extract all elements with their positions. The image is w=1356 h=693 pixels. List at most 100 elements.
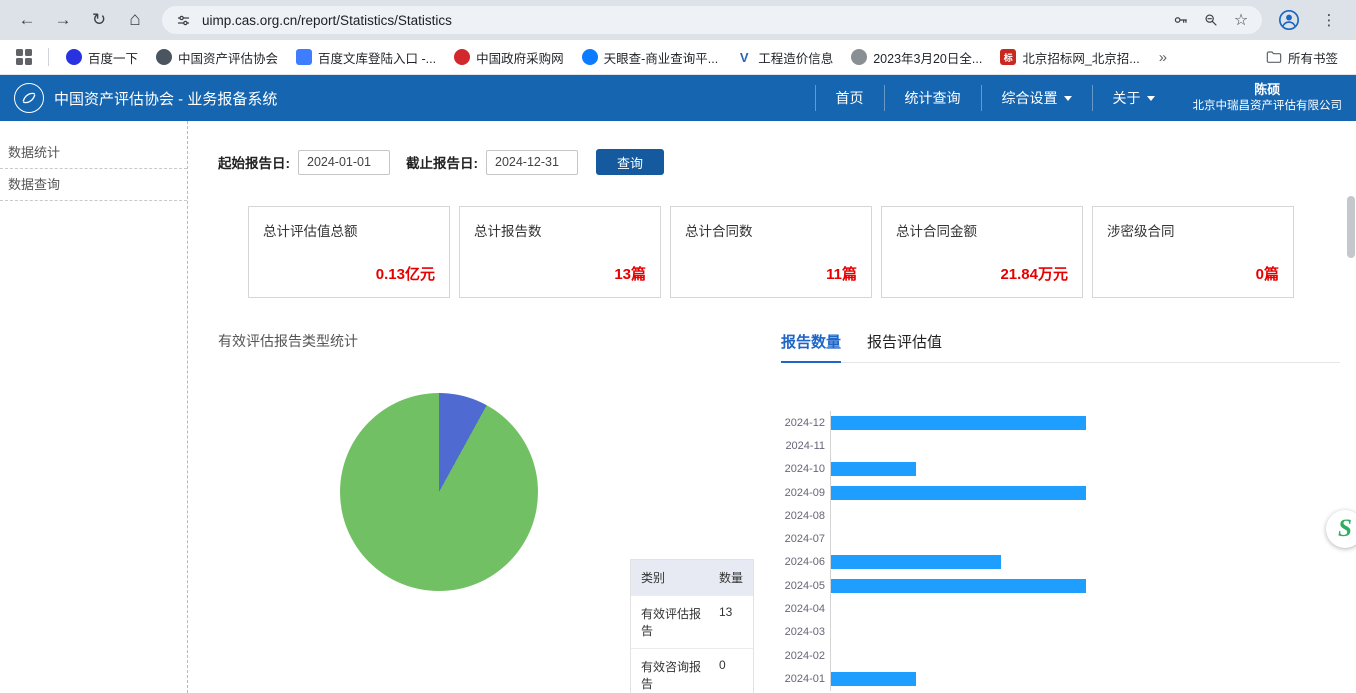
table-row: 有效咨询报告 0: [631, 649, 753, 693]
pie-chart-section: 有效评估报告类型统计 类别 数量 有效评估报告 13 有效咨询报告 0: [218, 331, 763, 693]
address-bar[interactable]: uimp.cas.org.cn/report/Statistics/Statis…: [162, 6, 1262, 34]
bookmark-item[interactable]: 天眼查-商业查询平...: [575, 44, 726, 71]
baidu-favicon: [66, 49, 82, 65]
site-info-icon[interactable]: [172, 9, 194, 31]
bookmark-item[interactable]: 中国资产评估协会: [149, 44, 285, 71]
bookmark-label: 百度一下: [88, 48, 138, 67]
bookmark-item[interactable]: 百度文库登陆入口 -...: [289, 44, 443, 71]
main-content: 起始报告日: 截止报告日: 查询 总计评估值总额 0.13亿元 总计报告数 13…: [188, 121, 1356, 693]
user-menu[interactable]: 陈硕 北京中瑞昌资产评估有限公司: [1193, 81, 1343, 114]
start-date-label: 起始报告日:: [218, 152, 290, 172]
bar[interactable]: [831, 486, 1086, 500]
sidebar: 数据统计 数据查询: [0, 121, 188, 693]
bookmark-label: 工程造价信息: [758, 48, 833, 67]
bar-track: [830, 481, 1340, 504]
stat-card-classified-contracts: 涉密级合同 0篇: [1092, 206, 1294, 298]
browser-menu-icon[interactable]: ⋮: [1312, 3, 1346, 37]
bookmark-label: 百度文库登陆入口 -...: [318, 48, 436, 67]
bar[interactable]: [831, 416, 1086, 430]
stat-card-total-reports: 总计报告数 13篇: [459, 206, 661, 298]
cas-logo: [14, 83, 44, 113]
folder-icon: [1266, 50, 1282, 64]
nav-item-home[interactable]: 首页: [816, 75, 884, 121]
bar-row: 2024-06: [781, 551, 1340, 574]
sidebar-item-data-statistics[interactable]: 数据统计: [0, 137, 187, 169]
bar[interactable]: [831, 462, 916, 476]
bookmarks-overflow-chevron[interactable]: »: [1151, 49, 1175, 66]
bar-track: [830, 434, 1340, 457]
pie-section-title: 有效评估报告类型统计: [218, 331, 763, 351]
table-row: 有效评估报告 13: [631, 596, 753, 649]
stat-card-total-contracts: 总计合同数 11篇: [670, 206, 872, 298]
nav-item-settings[interactable]: 综合设置: [982, 75, 1092, 121]
cas-favicon: [156, 49, 172, 65]
stat-cards: 总计评估值总额 0.13亿元 总计报告数 13篇 总计合同数 11篇 总计合同金…: [248, 206, 1340, 298]
bar-track: [830, 574, 1340, 597]
bar-row: 2024-08: [781, 504, 1340, 527]
bar-category-label: 2024-08: [781, 510, 825, 522]
back-button[interactable]: ←: [10, 3, 44, 37]
page-scrollbar-thumb[interactable]: [1347, 196, 1355, 258]
bookmark-item[interactable]: 2023年3月20日全...: [844, 44, 989, 71]
bookmark-star-icon[interactable]: ☆: [1230, 9, 1252, 31]
zoom-icon[interactable]: [1200, 9, 1222, 31]
bookmark-label: 中国政府采购网: [476, 48, 564, 67]
bar[interactable]: [831, 555, 1001, 569]
nav-item-statistics[interactable]: 统计查询: [885, 75, 981, 121]
profile-avatar-icon[interactable]: [1272, 3, 1306, 37]
customer-service-float-button[interactable]: S: [1326, 510, 1356, 548]
bar-row: 2024-05: [781, 574, 1340, 597]
end-date-input[interactable]: [486, 150, 578, 175]
nav-item-about[interactable]: 关于: [1093, 75, 1175, 121]
bar-track: [830, 621, 1340, 644]
bar[interactable]: [831, 579, 1086, 593]
bar-category-label: 2024-04: [781, 603, 825, 615]
bar-category-label: 2024-12: [781, 417, 825, 429]
bar-category-label: 2024-06: [781, 556, 825, 568]
bookmark-item[interactable]: 百度一下: [59, 44, 145, 71]
bar-track: [830, 504, 1340, 527]
bar-row: 2024-02: [781, 644, 1340, 667]
home-button[interactable]: ⌂: [118, 3, 152, 37]
bar-chart-section: 报告数量 报告评估值 2024-12 2024-11 2024-10 2024-09 2…: [781, 331, 1340, 693]
bar-row: 2024-12: [781, 411, 1340, 434]
bar[interactable]: [831, 672, 916, 686]
bookmark-label: 2023年3月20日全...: [873, 48, 982, 67]
bookmark-item[interactable]: V工程造价信息: [729, 44, 840, 71]
tab-report-valuation[interactable]: 报告评估值: [867, 331, 942, 362]
bookmark-item[interactable]: 中国政府采购网: [447, 44, 571, 71]
bar-row: 2024-03: [781, 621, 1340, 644]
bar-category-label: 2024-01: [781, 673, 825, 685]
apps-grid-icon[interactable]: [16, 49, 32, 65]
refresh-button[interactable]: ↻: [82, 3, 116, 37]
gov-procurement-favicon: [454, 49, 470, 65]
app-header: 中国资产评估协会 - 业务报备系统 首页 统计查询 综合设置 关于 陈硕 北京中…: [0, 75, 1356, 121]
password-key-icon[interactable]: [1170, 9, 1192, 31]
bar-track: [830, 551, 1340, 574]
report-type-pie-chart[interactable]: [340, 393, 538, 591]
url-text: uimp.cas.org.cn/report/Statistics/Statis…: [202, 13, 1162, 28]
filter-row: 起始报告日: 截止报告日: 查询: [218, 149, 1340, 175]
query-button[interactable]: 查询: [596, 149, 664, 175]
sidebar-item-data-query[interactable]: 数据查询: [0, 169, 187, 201]
bar-category-label: 2024-09: [781, 487, 825, 499]
bar-row: 2024-04: [781, 597, 1340, 620]
chevron-down-icon: [1064, 96, 1072, 101]
divider: [48, 48, 49, 66]
stat-card-total-valuation: 总计评估值总额 0.13亿元: [248, 206, 450, 298]
bar-category-label: 2024-11: [781, 440, 825, 452]
bookmark-label: 天眼查-商业查询平...: [604, 48, 719, 67]
bar-category-label: 2024-10: [781, 463, 825, 475]
browser-toolbar: ← → ↻ ⌂ uimp.cas.org.cn/report/Statistic…: [0, 0, 1356, 40]
start-date-input[interactable]: [298, 150, 390, 175]
tab-report-count[interactable]: 报告数量: [781, 331, 841, 363]
beijing-bidding-favicon: 标: [1000, 49, 1016, 65]
all-bookmarks-button[interactable]: 所有书签: [1258, 44, 1346, 71]
bar-category-label: 2024-07: [781, 533, 825, 545]
bar-category-label: 2024-02: [781, 650, 825, 662]
bar-track: [830, 667, 1340, 690]
bar-row: 2024-11: [781, 434, 1340, 457]
bookmark-label: 北京招标网_北京招...: [1022, 48, 1139, 67]
bookmark-item[interactable]: 标北京招标网_北京招...: [993, 44, 1146, 71]
forward-button[interactable]: →: [46, 3, 80, 37]
